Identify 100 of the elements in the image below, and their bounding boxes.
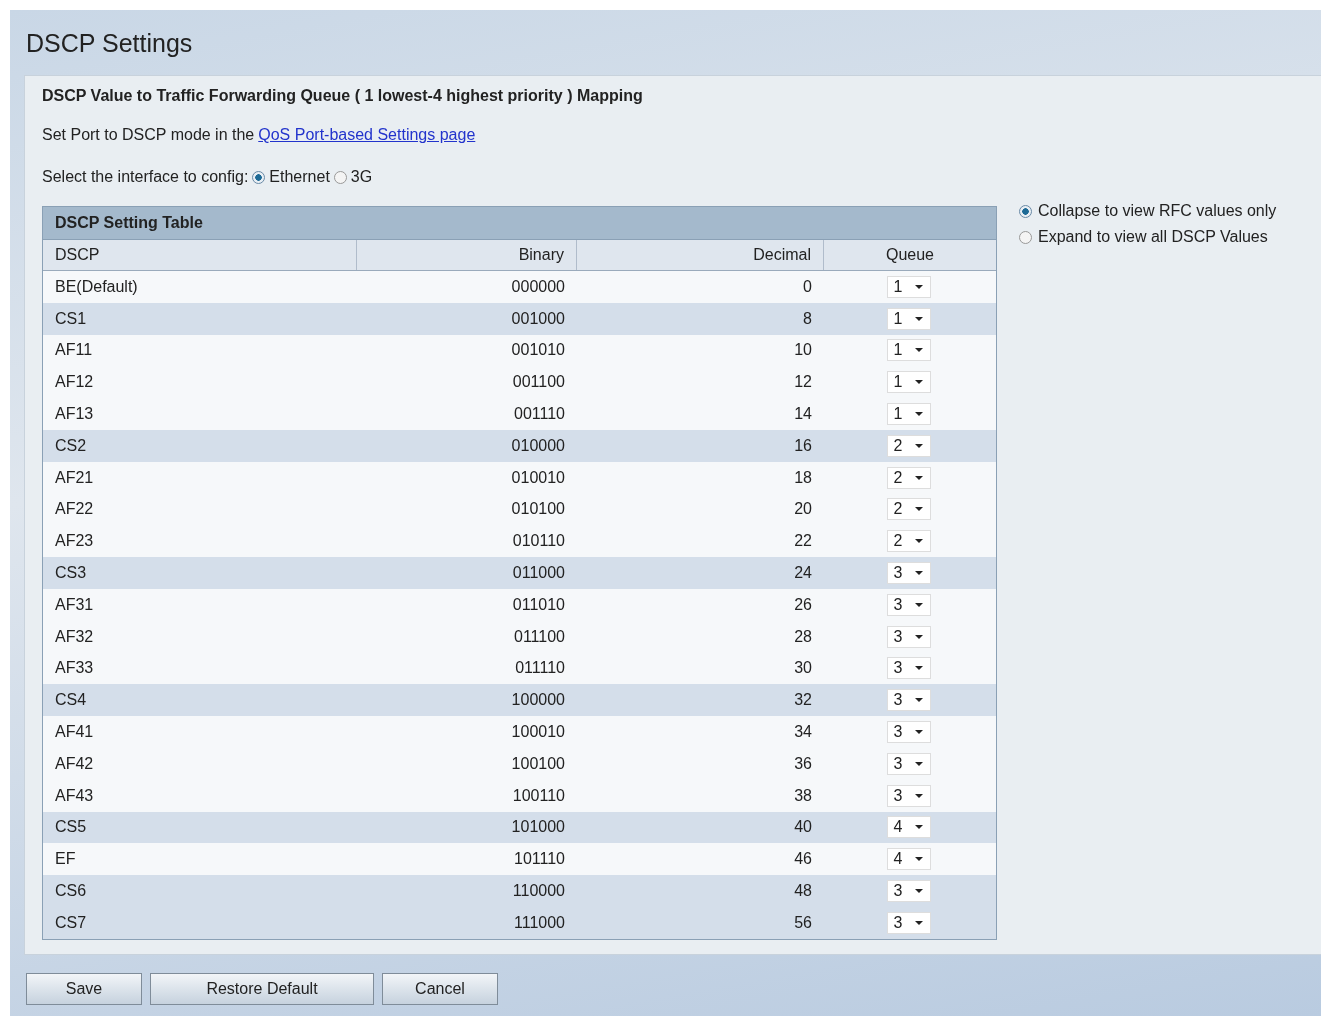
table-cell-text: 34 <box>793 723 813 742</box>
table-cell-text: CS1 <box>54 309 88 328</box>
action-button[interactable]: Save <box>26 973 142 1005</box>
table-cell-text: 14 <box>793 405 813 424</box>
table-cell-text: 18 <box>793 468 813 487</box>
table-cell-text: CS2 <box>54 436 88 455</box>
queue-dropdown[interactable]: 3 <box>886 657 932 680</box>
table-cell-text: 010100 <box>510 500 566 519</box>
queue-dropdown[interactable]: 3 <box>886 721 932 744</box>
caret-icon <box>914 411 925 418</box>
queue-dropdown[interactable]: 1 <box>886 339 932 362</box>
queue-dropdown[interactable]: 3 <box>886 784 932 807</box>
queue-dropdown[interactable]: 1 <box>886 275 932 298</box>
table-cell-text: CS5 <box>54 818 88 837</box>
table-cell-text: 100000 <box>510 691 566 710</box>
queue-dropdown[interactable]: 4 <box>886 848 932 871</box>
column-header: Queue <box>884 245 935 265</box>
section-heading: DSCP Value to Traffic Forwarding Queue ( 1 lowest-4 highest priority ) Mapping <box>42 86 644 106</box>
caret-icon <box>914 570 925 577</box>
table-cell-text: 46 <box>793 850 813 869</box>
table-cell-text: AF11 <box>54 341 94 360</box>
queue-dropdown[interactable]: 4 <box>886 816 932 839</box>
caret-icon <box>914 697 925 704</box>
action-button[interactable]: Cancel <box>382 973 498 1005</box>
queue-dropdown[interactable]: 1 <box>886 371 932 394</box>
queue-dropdown[interactable]: 3 <box>886 911 932 934</box>
radio-button[interactable] <box>1019 230 1032 244</box>
port-note: Set Port to DSCP mode in the <box>42 126 255 144</box>
queue-dropdown[interactable]: 2 <box>886 498 932 521</box>
table-cell-text: 111000 <box>513 913 566 932</box>
table-cell-text: CS4 <box>54 691 88 710</box>
radio-button[interactable] <box>333 170 347 184</box>
queue-dropdown[interactable]: 3 <box>886 689 932 712</box>
table-cell-text: AF33 <box>54 659 95 678</box>
table-cell-text: 001100 <box>511 373 566 392</box>
radio-label: Expand to view all DSCP Values <box>1038 228 1268 246</box>
queue-dropdown[interactable]: 2 <box>886 434 932 457</box>
table-cell-text: 010000 <box>510 436 566 455</box>
caret-icon <box>914 347 925 354</box>
table-cell-text: 16 <box>793 436 813 455</box>
table-cell-text: 28 <box>793 627 813 646</box>
caret-icon <box>914 729 925 736</box>
table-cell-text: 56 <box>793 913 813 932</box>
caret-icon <box>914 665 925 672</box>
queue-dropdown[interactable]: 3 <box>886 593 932 616</box>
table-cell-text: 10 <box>793 341 813 360</box>
queue-dropdown[interactable]: 2 <box>886 466 932 489</box>
table-cell-text: AF32 <box>54 627 95 646</box>
table-cell-text: AF43 <box>54 786 95 805</box>
interface-label: Select the interface to config: <box>42 168 249 186</box>
table-cell-text: 22 <box>793 532 813 551</box>
caret-icon <box>914 538 925 545</box>
table-cell-text: 110000 <box>511 882 566 901</box>
table-cell-text: 001010 <box>510 341 566 360</box>
table-cell-text: 001110 <box>513 405 566 424</box>
table-cell-text: AF23 <box>54 532 95 551</box>
table-cell-text: 010110 <box>511 532 566 551</box>
table-cell-text: 011000 <box>511 564 566 583</box>
caret-icon <box>914 824 925 831</box>
queue-dropdown[interactable]: 2 <box>886 530 932 553</box>
table-cell-text: CS6 <box>54 882 88 901</box>
table-cell-text: 36 <box>793 754 813 773</box>
table-cell-text: AF13 <box>54 405 95 424</box>
queue-dropdown[interactable]: 3 <box>886 625 932 648</box>
table-cell-text: 000000 <box>510 277 566 296</box>
table-cell-text: 38 <box>793 786 813 805</box>
caret-icon <box>914 919 925 926</box>
radio-label: 3G <box>350 168 373 186</box>
settings-link[interactable]: QoS Port-based Settings page <box>258 126 476 144</box>
action-button[interactable]: Restore Default <box>150 973 374 1005</box>
caret-icon <box>914 633 925 640</box>
table-cell-text: 100010 <box>510 723 566 742</box>
queue-dropdown[interactable]: 1 <box>886 307 932 330</box>
table-cell-text: CS3 <box>54 564 88 583</box>
table-cell-text: 12 <box>793 373 813 392</box>
radio-button[interactable] <box>1019 204 1032 218</box>
table-cell-text: 101000 <box>510 818 566 837</box>
queue-dropdown[interactable]: 1 <box>886 403 932 426</box>
queue-dropdown[interactable]: 3 <box>886 880 932 903</box>
table-cell-text: CS7 <box>54 913 88 932</box>
table-cell-text: 48 <box>793 882 813 901</box>
table-cell-text: 101110 <box>513 850 566 869</box>
caret-icon <box>914 474 925 481</box>
caret-icon <box>914 856 925 863</box>
caret-icon <box>914 792 925 799</box>
table-cell-text: AF22 <box>54 500 95 519</box>
radio-label: Ethernet <box>269 168 330 186</box>
table-cell-text: 011100 <box>513 627 566 646</box>
table-cell-text: 001000 <box>510 309 566 328</box>
table-cell-text: 30 <box>793 659 813 678</box>
table-cell-text: AF12 <box>54 373 95 392</box>
queue-dropdown[interactable]: 3 <box>886 752 932 775</box>
caret-icon <box>914 506 925 513</box>
caret-icon <box>914 315 925 322</box>
caret-icon <box>914 379 925 386</box>
table-cell-text: 20 <box>793 500 813 519</box>
table-cell-text: 32 <box>793 691 813 710</box>
table-cell-text: 8 <box>802 309 813 328</box>
queue-dropdown[interactable]: 3 <box>886 562 932 585</box>
radio-button[interactable] <box>252 170 266 184</box>
